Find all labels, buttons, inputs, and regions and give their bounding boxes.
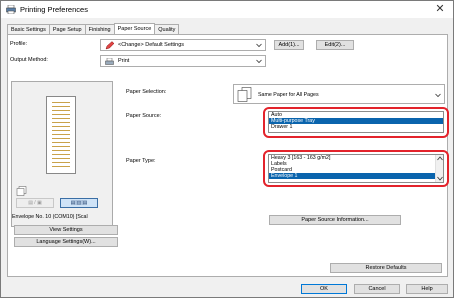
ok-button[interactable]: OK xyxy=(301,284,347,294)
add-profile-button[interactable]: Add(1)... xyxy=(274,40,304,50)
paper-stack-icon xyxy=(16,186,27,196)
preview-caption: Envelope No. 10 (COM10) [Scal xyxy=(12,214,88,220)
chevron-down-icon xyxy=(256,59,262,64)
restore-defaults-button[interactable]: Restore Defaults xyxy=(330,263,442,273)
language-settings-button[interactable]: Language Settings(W)... xyxy=(14,237,118,247)
profile-value: <Change> Default Settings xyxy=(118,42,185,48)
window-title: Printing Preferences xyxy=(20,5,88,14)
paper-selection-select[interactable]: Same Paper for All Pages xyxy=(233,84,445,104)
paper-selection-value: Same Paper for All Pages xyxy=(258,92,319,98)
printing-preferences-window: Printing Preferences ✕ Basic Settings Pa… xyxy=(0,0,454,298)
portrait-view-icon[interactable]: ▤ / ▣ xyxy=(16,198,54,208)
cancel-button[interactable]: Cancel xyxy=(354,284,400,294)
envelope-preview-paper xyxy=(46,96,76,174)
paper-source-label: Paper Source: xyxy=(126,113,162,119)
view-settings-button[interactable]: View Settings xyxy=(14,225,118,235)
scroll-down-icon[interactable] xyxy=(437,176,443,181)
output-method-value: Print xyxy=(118,58,130,64)
profile-label: Profile: xyxy=(10,41,28,47)
tab-bar: Basic Settings Page Setup Finishing Pape… xyxy=(7,23,180,34)
list-item[interactable]: Drawer 1 xyxy=(269,124,443,130)
paper-source-information-button[interactable]: Paper Source Information... xyxy=(269,215,401,225)
paper-source-list[interactable]: Auto Multi-purpose Tray Drawer 1 xyxy=(268,111,444,133)
scroll-up-icon[interactable] xyxy=(437,156,443,161)
output-method-label: Output Method: xyxy=(10,57,48,63)
tab-page-setup[interactable]: Page Setup xyxy=(48,24,86,34)
list-item[interactable]: Envelope 1 xyxy=(269,173,435,179)
paper-icon xyxy=(237,87,252,102)
tab-finishing[interactable]: Finishing xyxy=(84,24,115,34)
tab-quality[interactable]: Quality xyxy=(154,24,180,34)
title-bar: Printing Preferences ✕ xyxy=(1,1,453,18)
tab-paper-source[interactable]: Paper Source xyxy=(113,23,156,34)
paper-type-list[interactable]: Heavy 3 [163 - 163 g/m2] Labels Postcard… xyxy=(268,154,444,183)
printer-icon xyxy=(6,5,16,14)
scrollbar[interactable] xyxy=(435,155,443,182)
paper-source-panel: Profile: <Change> Default Settings Add(1… xyxy=(7,34,449,277)
paper-type-label: Paper Type: xyxy=(126,158,156,164)
help-button[interactable]: Help xyxy=(406,284,448,294)
pencil-icon xyxy=(105,41,115,50)
output-method-select[interactable]: Print xyxy=(100,55,266,67)
chevron-down-icon xyxy=(435,93,441,98)
tray-view-icon[interactable]: ▤|▥|▤ xyxy=(60,198,98,208)
page-preview: ▤ / ▣ ▤|▥|▤ Envelope No. 10 (COM10) [Sca… xyxy=(11,81,113,227)
edit-profile-button[interactable]: Edit(2)... xyxy=(316,40,354,50)
chevron-down-icon xyxy=(256,43,262,48)
paper-selection-label: Paper Selection: xyxy=(126,89,167,95)
close-icon[interactable]: ✕ xyxy=(433,2,447,15)
tab-basic-settings[interactable]: Basic Settings xyxy=(7,24,50,34)
print-icon xyxy=(105,58,114,65)
profile-select[interactable]: <Change> Default Settings xyxy=(100,39,266,51)
